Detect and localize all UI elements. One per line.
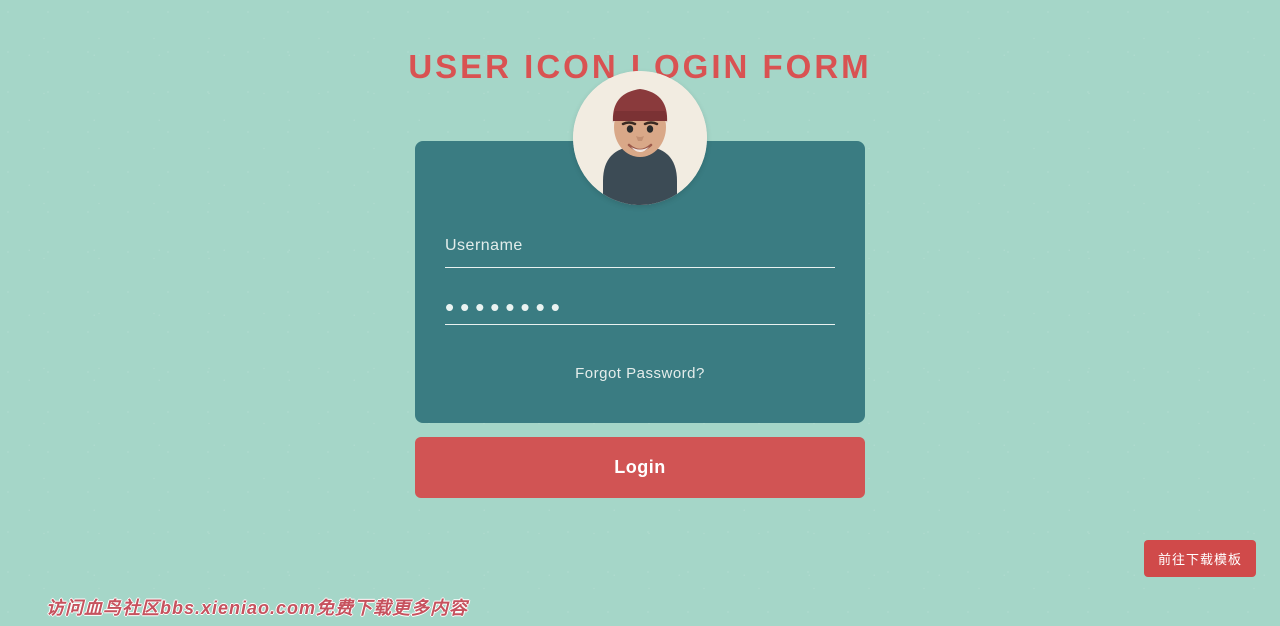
forgot-password-link[interactable]: Forgot Password? [575,365,705,382]
login-form: •••••••• Forgot Password? Login [415,141,865,498]
user-avatar-icon [573,71,707,205]
watermark-text: 访问血鸟社区bbs.xieniao.com免费下载更多内容 [46,594,468,620]
username-input[interactable] [445,229,835,267]
username-row [445,229,835,268]
avatar [573,71,707,205]
download-template-button[interactable]: 前往下载模板 [1144,540,1256,577]
password-row[interactable]: •••••••• [445,288,835,325]
login-button[interactable]: Login [415,437,865,498]
password-input[interactable]: •••••••• [445,288,835,324]
